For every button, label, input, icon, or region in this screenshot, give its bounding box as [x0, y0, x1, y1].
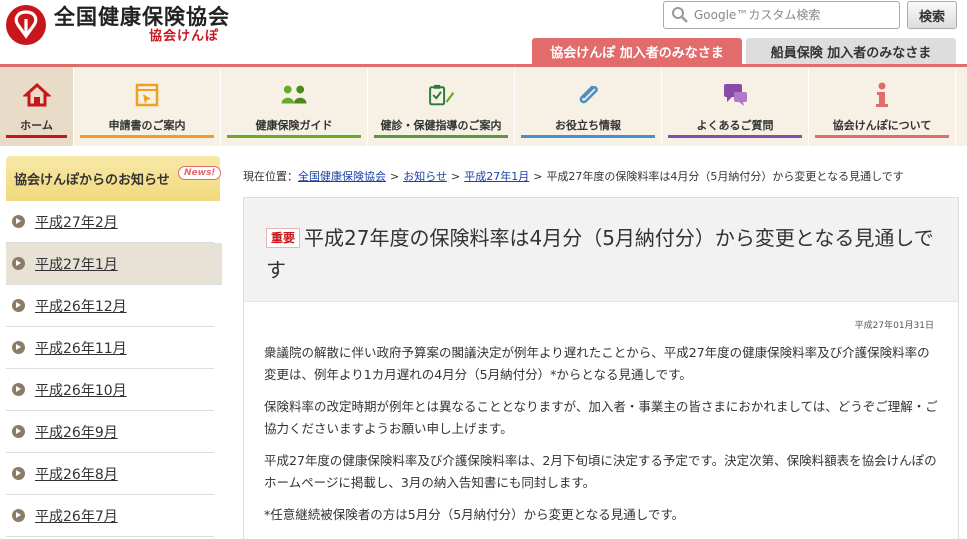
search-icon [670, 5, 690, 25]
article-title-text: 平成27年度の保険料率は4月分（5月納付分）から変更となる見通しです [266, 226, 934, 282]
sidebar-item-label[interactable]: 平成27年2月 [35, 212, 118, 232]
nav-label: 協会けんぽについて [832, 119, 932, 132]
breadcrumb: 現在位置：全国健康保険協会 > お知らせ > 平成27年1月 > 平成27年度の保険料率は4… [243, 168, 904, 184]
news-badge: News! [178, 166, 222, 180]
info-icon [868, 81, 896, 109]
sidebar-item-h27-01[interactable]: 平成27年1月 [6, 243, 222, 285]
breadcrumb-separator: > [451, 170, 461, 183]
paperclip-icon [574, 81, 602, 109]
arrow-bullet-icon [12, 257, 25, 270]
sidebar-item-label[interactable]: 平成26年9月 [35, 422, 118, 442]
article-card: 重要 平成27年度の保険料率は4月分（5月納付分）から変更となる見通しです 平成2… [243, 197, 959, 539]
sidebar-item-h27-02[interactable]: 平成27年2月 [6, 201, 214, 243]
chat-bubble-icon [721, 81, 749, 109]
arrow-bullet-icon [12, 425, 25, 438]
sidebar-item-h26-07[interactable]: 平成26年7月 [6, 495, 214, 537]
nav-underline [521, 135, 655, 138]
tab-kyokai-members[interactable]: 協会けんぽ 加入者のみなさま [532, 38, 742, 64]
page-title: 重要 平成27年度の保険料率は4月分（5月納付分）から変更となる見通しです [266, 222, 942, 286]
arrow-bullet-icon [12, 509, 25, 522]
nav-label: ホーム [20, 119, 53, 132]
sidebar-heading: 協会けんぽからのお知らせ News! [6, 156, 222, 201]
nav-label: お役立ち情報 [555, 119, 621, 132]
arrow-bullet-icon [12, 341, 25, 354]
sidebar-item-label[interactable]: 平成26年12月 [35, 296, 127, 316]
arrow-bullet-icon [12, 467, 25, 480]
article-paragraph: *任意継続被保険者の方は5月分（5月納付分）から変更となる見通しです。 [264, 507, 685, 522]
nav-about-kyokai[interactable]: 協会けんぽについて [809, 67, 956, 146]
article-date: 平成27年01月31日 [854, 321, 934, 331]
logo-mark-icon [6, 5, 46, 45]
search-box [663, 1, 900, 29]
logo-sub-text: 協会けんぽ [149, 29, 220, 44]
article-paragraph: 平成27年度の健康保険料率及び介護保険料率は、2月下旬頃に決定する予定です。決定… [264, 453, 937, 490]
sidebar-heading-text: 協会けんぽからのお知らせ [14, 173, 170, 188]
nav-underline [6, 135, 67, 138]
article-paragraph: 保険料率の改定時期が例年とは異なることとなりますが、加入者・事業主の皆さまにおか… [264, 399, 938, 436]
people-icon [280, 81, 308, 109]
nav-underline [80, 135, 214, 138]
arrow-bullet-icon [12, 215, 25, 228]
tab-seamen-members[interactable]: 船員保険 加入者のみなさま [746, 38, 956, 64]
breadcrumb-separator: > [533, 170, 543, 183]
application-form-icon [133, 81, 161, 109]
nav-underline [815, 135, 949, 138]
search-button[interactable]: 検索 [907, 1, 957, 29]
nav-useful-info[interactable]: お役立ち情報 [515, 67, 662, 146]
nav-underline [668, 135, 802, 138]
article-header: 重要 平成27年度の保険料率は4月分（5月納付分）から変更となる見通しです [244, 198, 958, 302]
sidebar-item-h26-11[interactable]: 平成26年11月 [6, 327, 214, 369]
global-nav: ホーム 申請書のご案内 健康保険ガイド 健診・保健指導のご案内 お役立ち情報 よ [0, 64, 967, 146]
arrow-bullet-icon [12, 299, 25, 312]
site-logo[interactable]: 全国健康保険協会 協会けんぽ [6, 5, 230, 45]
nav-faq[interactable]: よくあるご質問 [662, 67, 809, 146]
breadcrumb-prefix: 現在位置： [243, 170, 298, 183]
sidebar-item-h26-12[interactable]: 平成26年12月 [6, 285, 214, 327]
sidebar-item-h26-10[interactable]: 平成26年10月 [6, 369, 214, 411]
article-body: 衆議院の解散に伴い政府予算案の閣議決定が例年より遅れたことから、平成27年度の健… [264, 342, 940, 536]
sidebar-item-h26-09[interactable]: 平成26年9月 [6, 411, 214, 453]
nav-label: 健康保険ガイド [255, 119, 333, 132]
sidebar-item-label[interactable]: 平成26年10月 [35, 380, 127, 400]
breadcrumb-link-month[interactable]: 平成27年1月 [464, 170, 529, 183]
logo-main-text: 全国健康保険協会 [54, 5, 230, 29]
breadcrumb-separator: > [390, 170, 400, 183]
nav-label: 申請書のご案内 [108, 119, 186, 132]
nav-home[interactable]: ホーム [0, 67, 74, 146]
nav-health-insurance-guide[interactable]: 健康保険ガイド [221, 67, 368, 146]
nav-label: 健診・保健指導のご案内 [380, 119, 502, 132]
breadcrumb-link-news[interactable]: お知らせ [403, 170, 447, 183]
sidebar-item-label[interactable]: 平成27年1月 [35, 254, 118, 274]
nav-health-checkups[interactable]: 健診・保健指導のご案内 [368, 67, 515, 146]
sidebar-item-label[interactable]: 平成26年7月 [35, 506, 118, 526]
arrow-bullet-icon [12, 383, 25, 396]
article-paragraph: 衆議院の解散に伴い政府予算案の閣議決定が例年より遅れたことから、平成27年度の健… [264, 345, 930, 382]
nav-underline [374, 135, 508, 138]
nav-underline [227, 135, 361, 138]
breadcrumb-current: 平成27年度の保険料率は4月分（5月納付分）から変更となる見通しです [546, 170, 904, 183]
sidebar-item-h26-08[interactable]: 平成26年8月 [6, 453, 214, 495]
clipboard-check-icon [427, 81, 455, 109]
home-icon [22, 81, 51, 109]
search-input[interactable] [694, 8, 894, 22]
nav-label: よくあるご質問 [696, 119, 774, 132]
sidebar-item-label[interactable]: 平成26年11月 [35, 338, 127, 358]
news-sidebar: 協会けんぽからのお知らせ News! 平成27年2月 平成27年1月 平成26年… [6, 156, 222, 537]
sidebar-item-label[interactable]: 平成26年8月 [35, 464, 118, 484]
important-badge: 重要 [266, 228, 301, 248]
nav-application-forms[interactable]: 申請書のご案内 [74, 67, 221, 146]
breadcrumb-link-home[interactable]: 全国健康保険協会 [298, 170, 386, 183]
